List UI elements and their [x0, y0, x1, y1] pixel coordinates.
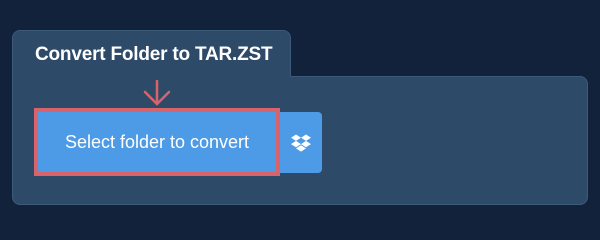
select-folder-label: Select folder to convert: [64, 131, 250, 152]
pointer-arrow-icon: [143, 80, 171, 106]
panel-title: Convert Folder to TAR.ZST: [35, 44, 273, 65]
dropbox-button[interactable]: [280, 112, 322, 173]
dropbox-icon: [291, 134, 311, 152]
select-folder-button[interactable]: Select folder to convert: [34, 108, 280, 176]
